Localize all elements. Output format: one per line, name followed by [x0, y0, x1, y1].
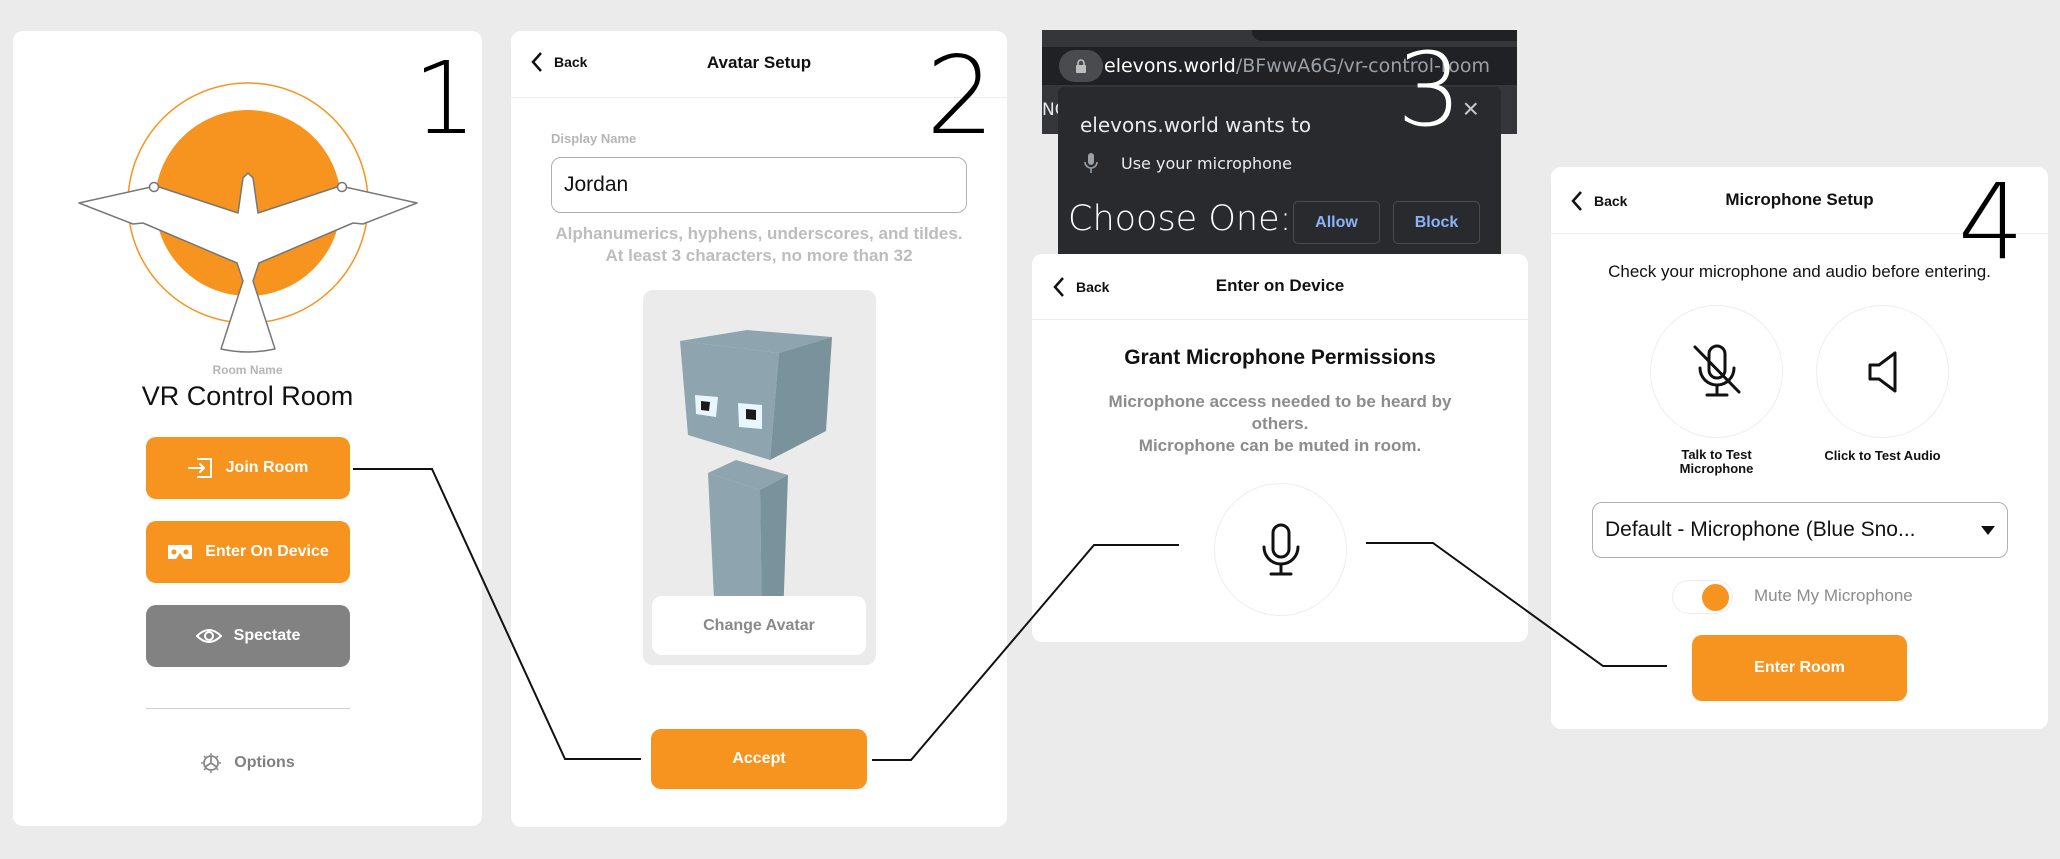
options-label: Options [234, 754, 295, 771]
options-button[interactable]: Options [13, 752, 482, 774]
close-icon: × [1462, 93, 1479, 124]
toggle-knob [1702, 584, 1729, 611]
microphone-muted-icon [1693, 344, 1740, 396]
step-number-2: 2 [926, 34, 995, 159]
microphone-button[interactable] [1214, 483, 1347, 616]
change-avatar-label: Change Avatar [703, 616, 815, 634]
spectate-button[interactable]: Spectate [146, 605, 350, 667]
mute-microphone-label: Mute My Microphone [1754, 586, 1913, 605]
mute-microphone-toggle[interactable] [1672, 580, 1733, 614]
allow-button[interactable]: Allow [1293, 201, 1380, 244]
test-audio-label: Click to Test Audio [1824, 448, 1941, 463]
join-room-button[interactable]: Join Room [146, 437, 350, 499]
enter-on-device-label: Enter On Device [205, 543, 329, 560]
test-microphone-label: Talk to Test Microphone [1679, 447, 1754, 476]
spectate-label: Spectate [233, 627, 301, 644]
microphone-icon [1262, 523, 1299, 575]
room-name: VR Control Room [141, 381, 354, 411]
room-lobby-panel: 1 Room Name VR Control Room Join Room En… [13, 31, 482, 826]
step-number-4: 4 [1958, 161, 2025, 283]
enter-on-device-header: Back Enter on Device [1032, 254, 1528, 320]
change-avatar-button[interactable]: Change Avatar [652, 596, 866, 655]
block-label: Block [1414, 213, 1459, 231]
accept-label: Accept [732, 750, 786, 767]
eye-icon [195, 629, 222, 643]
divider [146, 708, 350, 709]
test-audio-button[interactable] [1816, 305, 1949, 438]
microphone-select[interactable]: Default - Microphone (Blue Sno... [1592, 502, 2008, 558]
allow-label: Allow [1315, 213, 1358, 231]
choose-one-label: Choose One: [1068, 199, 1292, 239]
bird-sun-logo-icon [78, 82, 418, 353]
browser-tab-strip [1252, 30, 1517, 41]
test-microphone-button[interactable] [1650, 305, 1783, 438]
vr-headset-icon [168, 545, 193, 559]
close-prompt-button[interactable]: × [1463, 93, 1479, 125]
description-line-1: Microphone access needed to be heard by … [1108, 392, 1452, 433]
room-name-label: Room Name [212, 363, 283, 377]
page-title: Enter on Device [1215, 276, 1345, 295]
robot-avatar-icon [680, 330, 832, 620]
url-domain: elevons.world [1104, 55, 1236, 77]
block-button[interactable]: Block [1393, 201, 1480, 244]
display-name-label: Display Name [551, 131, 637, 146]
speaker-icon [1868, 351, 1896, 392]
permission-text: Use your microphone [1121, 154, 1292, 173]
microphone-setup-panel: Back Microphone Setup 4 Check your micro… [1551, 167, 2048, 729]
accept-button[interactable]: Accept [651, 729, 867, 789]
enter-room-label: Enter Room [1754, 659, 1845, 676]
enter-on-device-button[interactable]: Enter On Device [146, 521, 350, 583]
dropdown-arrow-icon [1981, 525, 1995, 535]
display-name-hint: Alphanumerics, hyphens, underscores, and… [555, 224, 963, 265]
display-name-input[interactable] [551, 157, 967, 213]
enter-on-device-panel: Back Enter on Device Grant Microphone Pe… [1032, 254, 1528, 642]
step-number-3: 3 [1397, 31, 1462, 150]
gear-icon [201, 753, 222, 773]
enter-icon [187, 458, 212, 478]
lock-button[interactable] [1059, 50, 1103, 82]
description-line-2: Microphone can be muted in room. [1138, 436, 1422, 455]
permission-description: Microphone access needed to be heard by … [1082, 391, 1478, 457]
microphone-small-icon [1084, 153, 1098, 173]
avatar-preview: Change Avatar [643, 290, 876, 665]
instructions: Check your microphone and audio before e… [1608, 262, 1991, 281]
join-room-label: Join Room [225, 459, 309, 476]
enter-room-button[interactable]: Enter Room [1692, 635, 1907, 701]
microphone-select-value: Default - Microphone (Blue Sno... [1605, 518, 1916, 541]
avatar-setup-panel: Back Avatar Setup 2 Display Name Alphanu… [511, 31, 1007, 827]
prompt-title: elevons.world wants to [1080, 113, 1312, 137]
lock-icon [1076, 59, 1086, 73]
grant-permissions-heading: Grant Microphone Permissions [1124, 346, 1436, 369]
